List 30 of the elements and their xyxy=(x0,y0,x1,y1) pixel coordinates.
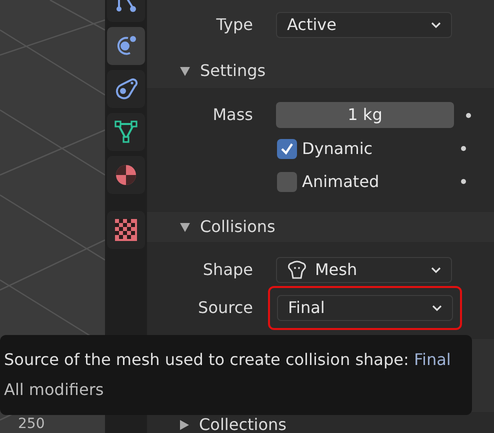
properties-tab[interactable] xyxy=(107,211,145,249)
dropdown[interactable]: Mesh xyxy=(276,257,452,283)
axis-label: 250 xyxy=(18,416,45,432)
tooltip-description: Source of the mesh used to create collision shape: Final xyxy=(4,350,452,370)
particle-icon xyxy=(114,77,138,101)
field-label: Type xyxy=(215,14,254,36)
check-icon xyxy=(280,142,294,156)
properties-tab[interactable] xyxy=(107,27,145,65)
monkey-head-icon xyxy=(287,260,307,280)
checker-icon xyxy=(115,219,137,241)
dropdown[interactable]: Final xyxy=(277,295,453,321)
expanded-triangle-icon xyxy=(180,222,190,232)
checkbox[interactable]: Animated xyxy=(277,170,449,194)
triangle-vertices-icon xyxy=(114,120,138,144)
number-field[interactable]: 1 kg xyxy=(276,102,454,128)
chevron-down-icon xyxy=(431,22,441,28)
field-label: Mass xyxy=(212,104,254,126)
field-label: Source xyxy=(197,297,254,319)
tooltip-detail: All modifiers xyxy=(4,380,105,400)
properties-tab[interactable] xyxy=(107,70,145,108)
field-label: Shape xyxy=(202,259,254,281)
properties-tab[interactable] xyxy=(107,113,145,151)
dropdown[interactable]: Active xyxy=(276,12,452,38)
sphere-icon xyxy=(114,163,138,187)
expanded-triangle-icon xyxy=(180,66,190,76)
chevron-down-icon xyxy=(432,304,442,312)
properties-tab[interactable] xyxy=(107,156,145,194)
chevron-down-icon xyxy=(431,266,441,274)
checkbox[interactable]: Dynamic xyxy=(277,136,449,160)
collapsed-triangle-icon xyxy=(180,420,189,430)
